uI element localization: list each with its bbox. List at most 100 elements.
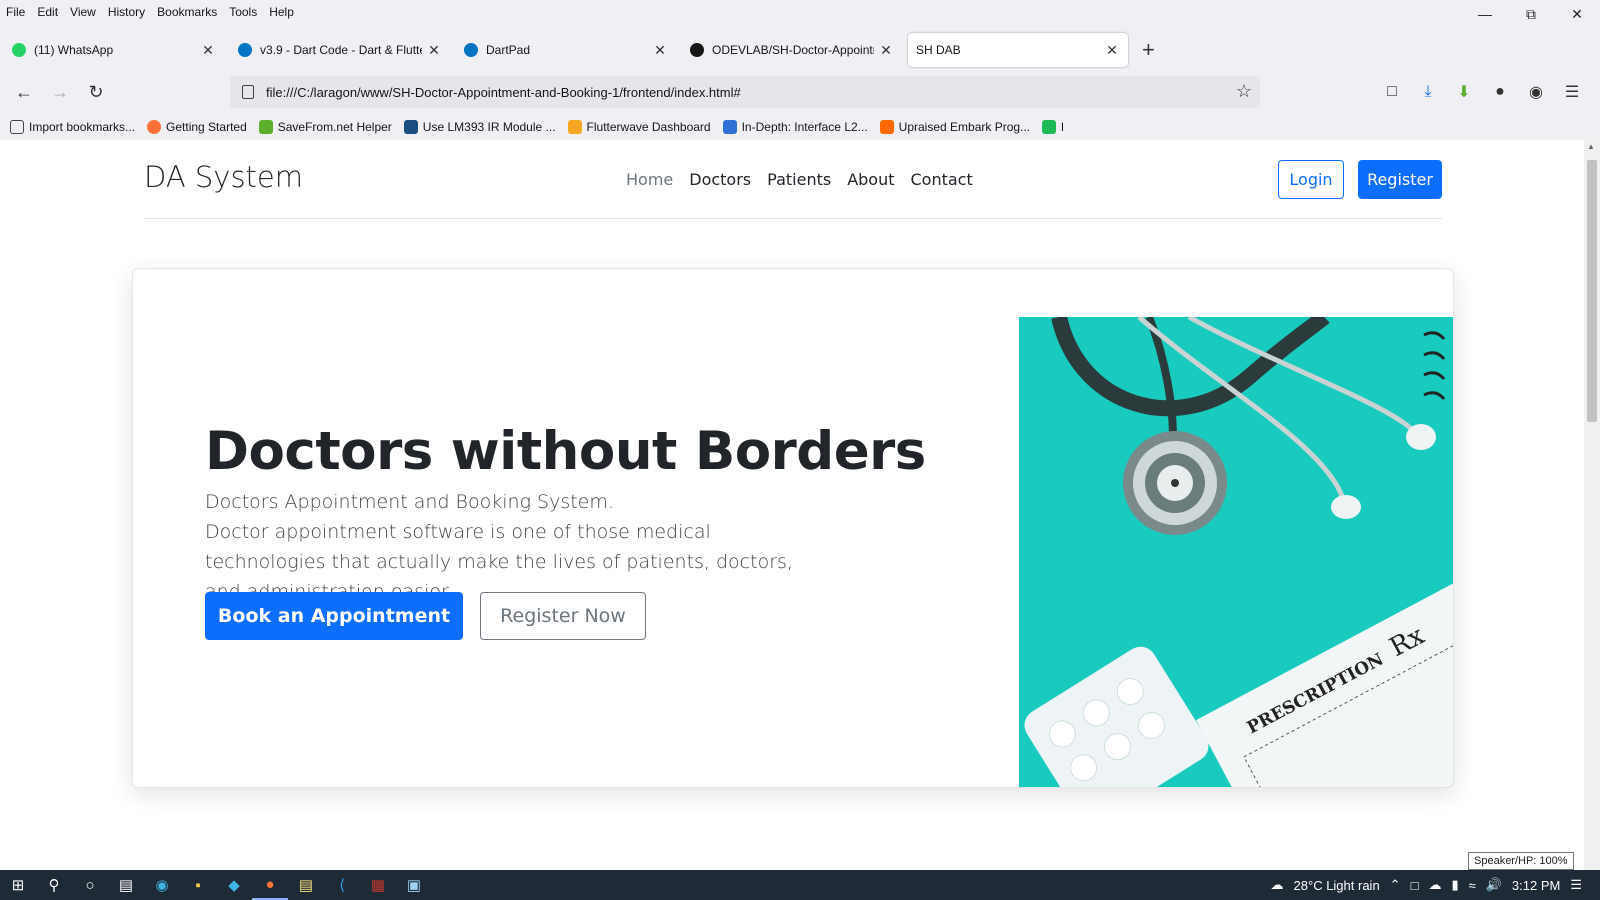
- url-text[interactable]: file:///C:/laragon/www/SH-Doctor-Appoint…: [266, 85, 741, 100]
- menu-edit[interactable]: Edit: [31, 5, 64, 19]
- firefox-taskbar-icon[interactable]: ●: [252, 870, 288, 900]
- bookmark-label: Getting Started: [166, 120, 247, 134]
- bookmark-label: Use LM393 IR Module ...: [422, 120, 556, 134]
- nav-contact[interactable]: Contact: [911, 170, 973, 189]
- menu-history[interactable]: History: [102, 5, 151, 19]
- windows-taskbar: ⊞ ⚲ ○ ▤ ◉ ▪ ◆ ● ▤ ⟨ ▦ ▣ ☁ 28°C Light rai…: [0, 870, 1600, 900]
- menu-file[interactable]: File: [0, 5, 31, 19]
- bookmark-lm393[interactable]: Use LM393 IR Module ...: [403, 120, 556, 134]
- savefrom-extension-icon[interactable]: ⬇: [1446, 82, 1482, 102]
- dartpad-icon: [464, 43, 478, 57]
- window-controls: — ⧉ ✕: [1462, 0, 1600, 28]
- nav-home[interactable]: Home: [626, 170, 673, 189]
- menu-help[interactable]: Help: [263, 5, 300, 19]
- notepad-icon[interactable]: ▤: [288, 870, 324, 900]
- battery-icon[interactable]: ▮: [1451, 877, 1458, 893]
- meet-now-icon[interactable]: □: [1411, 878, 1419, 893]
- register-now-button[interactable]: Register Now: [480, 592, 646, 640]
- book-appointment-button[interactable]: Book an Appointment: [205, 592, 463, 640]
- volume-icon[interactable]: 🔊: [1486, 877, 1502, 893]
- bookmark-star-icon[interactable]: ☆: [1236, 81, 1252, 102]
- page-icon: [242, 85, 254, 99]
- winrar-icon[interactable]: ▦: [360, 870, 396, 900]
- tab-label: (11) WhatsApp: [34, 43, 114, 57]
- close-icon[interactable]: ✕: [652, 42, 668, 59]
- edge-icon[interactable]: ◉: [144, 870, 180, 900]
- tab-dartpad[interactable]: DartPad ✕: [456, 33, 676, 67]
- bookmark-upraised[interactable]: Upraised Embark Prog...: [879, 120, 1031, 134]
- scrollbar-thumb[interactable]: [1587, 160, 1597, 422]
- whatsapp-icon: [12, 43, 26, 57]
- tab-whatsapp[interactable]: (11) WhatsApp ✕: [4, 33, 224, 67]
- flutterwave-icon: [567, 120, 582, 134]
- search-icon[interactable]: ⚲: [36, 870, 72, 900]
- menu-bookmarks[interactable]: Bookmarks: [151, 5, 223, 19]
- hero-subtitle: Doctors Appointment and Booking System.: [205, 491, 614, 513]
- windows-start-icon[interactable]: ⊞: [0, 870, 36, 900]
- firefox-icon: [147, 120, 162, 134]
- task-view-icon[interactable]: ▤: [108, 870, 144, 900]
- vscode-icon[interactable]: ⟨: [324, 870, 360, 900]
- bookmark-pd[interactable]: l: [1042, 120, 1064, 134]
- chevron-up-icon[interactable]: ⌃: [1390, 877, 1401, 893]
- notifications-icon[interactable]: ☰: [1570, 877, 1582, 893]
- bookmark-interface[interactable]: In-Depth: Interface L2...: [722, 120, 868, 134]
- bookmark-getting-started[interactable]: Getting Started: [147, 120, 247, 134]
- cortana-icon[interactable]: ○: [72, 870, 108, 900]
- register-button[interactable]: Register: [1358, 160, 1442, 199]
- close-icon[interactable]: ✕: [1104, 42, 1120, 59]
- hero-image-stethoscope: PRESCRIPTION Rx: [1019, 317, 1453, 787]
- tab-dart-code[interactable]: v3.9 - Dart Code - Dart & Flutter ✕: [230, 33, 450, 67]
- clock[interactable]: 3:12 PM: [1512, 878, 1560, 893]
- import-icon: [10, 120, 24, 134]
- site-nav: Home Doctors Patients About Contact: [626, 170, 989, 189]
- page-viewport: DA System Home Doctors Patients About Co…: [0, 140, 1584, 870]
- pocket-icon[interactable]: □: [1374, 83, 1410, 101]
- site-icon: [403, 120, 418, 134]
- bookmark-flutterwave[interactable]: Flutterwave Dashboard: [567, 120, 711, 134]
- menu-tools[interactable]: Tools: [223, 5, 263, 19]
- back-icon[interactable]: ←: [6, 76, 42, 108]
- bookmark-label: Flutterwave Dashboard: [586, 120, 711, 134]
- page-scrollbar[interactable]: ▲: [1584, 140, 1600, 870]
- menu-bar: File Edit View History Bookmarks Tools H…: [0, 0, 1600, 24]
- downloads-icon[interactable]: ⤓: [1410, 83, 1446, 101]
- tab-github[interactable]: ODEVLAB/SH-Doctor-Appointment ✕: [682, 33, 902, 67]
- close-icon[interactable]: ✕: [200, 42, 216, 59]
- close-icon[interactable]: ✕: [878, 42, 894, 59]
- scroll-up-icon[interactable]: ▲: [1587, 142, 1595, 151]
- header-divider: [144, 218, 1442, 219]
- bookmark-label: Upraised Embark Prog...: [898, 120, 1031, 134]
- site-brand[interactable]: DA System: [144, 160, 303, 194]
- bookmarks-bar: Import bookmarks... Getting Started Save…: [0, 114, 1600, 140]
- hero-card: Doctors without Borders Doctors Appointm…: [132, 268, 1454, 788]
- url-bar[interactable]: file:///C:/laragon/www/SH-Doctor-Appoint…: [230, 76, 1260, 108]
- close-icon[interactable]: ✕: [426, 42, 442, 59]
- weather-icon[interactable]: ☁: [1271, 877, 1284, 893]
- nav-about[interactable]: About: [847, 170, 894, 189]
- close-window-icon[interactable]: ✕: [1554, 0, 1600, 28]
- minimize-icon[interactable]: —: [1462, 0, 1508, 28]
- file-explorer-icon[interactable]: ▪: [180, 870, 216, 900]
- bookmark-import[interactable]: Import bookmarks...: [10, 120, 135, 134]
- hamburger-menu-icon[interactable]: ☰: [1554, 82, 1590, 102]
- forward-icon[interactable]: →: [42, 76, 78, 108]
- login-button[interactable]: Login: [1278, 160, 1344, 199]
- app-icon[interactable]: ▣: [396, 870, 432, 900]
- reload-icon[interactable]: ↻: [78, 76, 114, 108]
- extension-globe-icon[interactable]: ●: [1482, 83, 1518, 101]
- new-tab-icon[interactable]: +: [1142, 37, 1155, 63]
- nav-doctors[interactable]: Doctors: [689, 170, 751, 189]
- wifi-icon[interactable]: ≈: [1469, 878, 1476, 893]
- extensions-icon[interactable]: ◉: [1518, 82, 1554, 102]
- navigation-toolbar: ← → ↻ file:///C:/laragon/www/SH-Doctor-A…: [0, 72, 1600, 112]
- dart-app-icon[interactable]: ◆: [216, 870, 252, 900]
- pd-icon: [1042, 120, 1057, 134]
- tab-sh-dab[interactable]: SH DAB ✕: [908, 33, 1128, 67]
- weather-text[interactable]: 28°C Light rain: [1294, 878, 1380, 893]
- nav-patients[interactable]: Patients: [767, 170, 831, 189]
- onedrive-icon[interactable]: ☁: [1428, 877, 1441, 893]
- restore-icon[interactable]: ⧉: [1508, 0, 1554, 28]
- menu-view[interactable]: View: [64, 5, 102, 19]
- bookmark-savefrom[interactable]: SaveFrom.net Helper: [258, 120, 392, 134]
